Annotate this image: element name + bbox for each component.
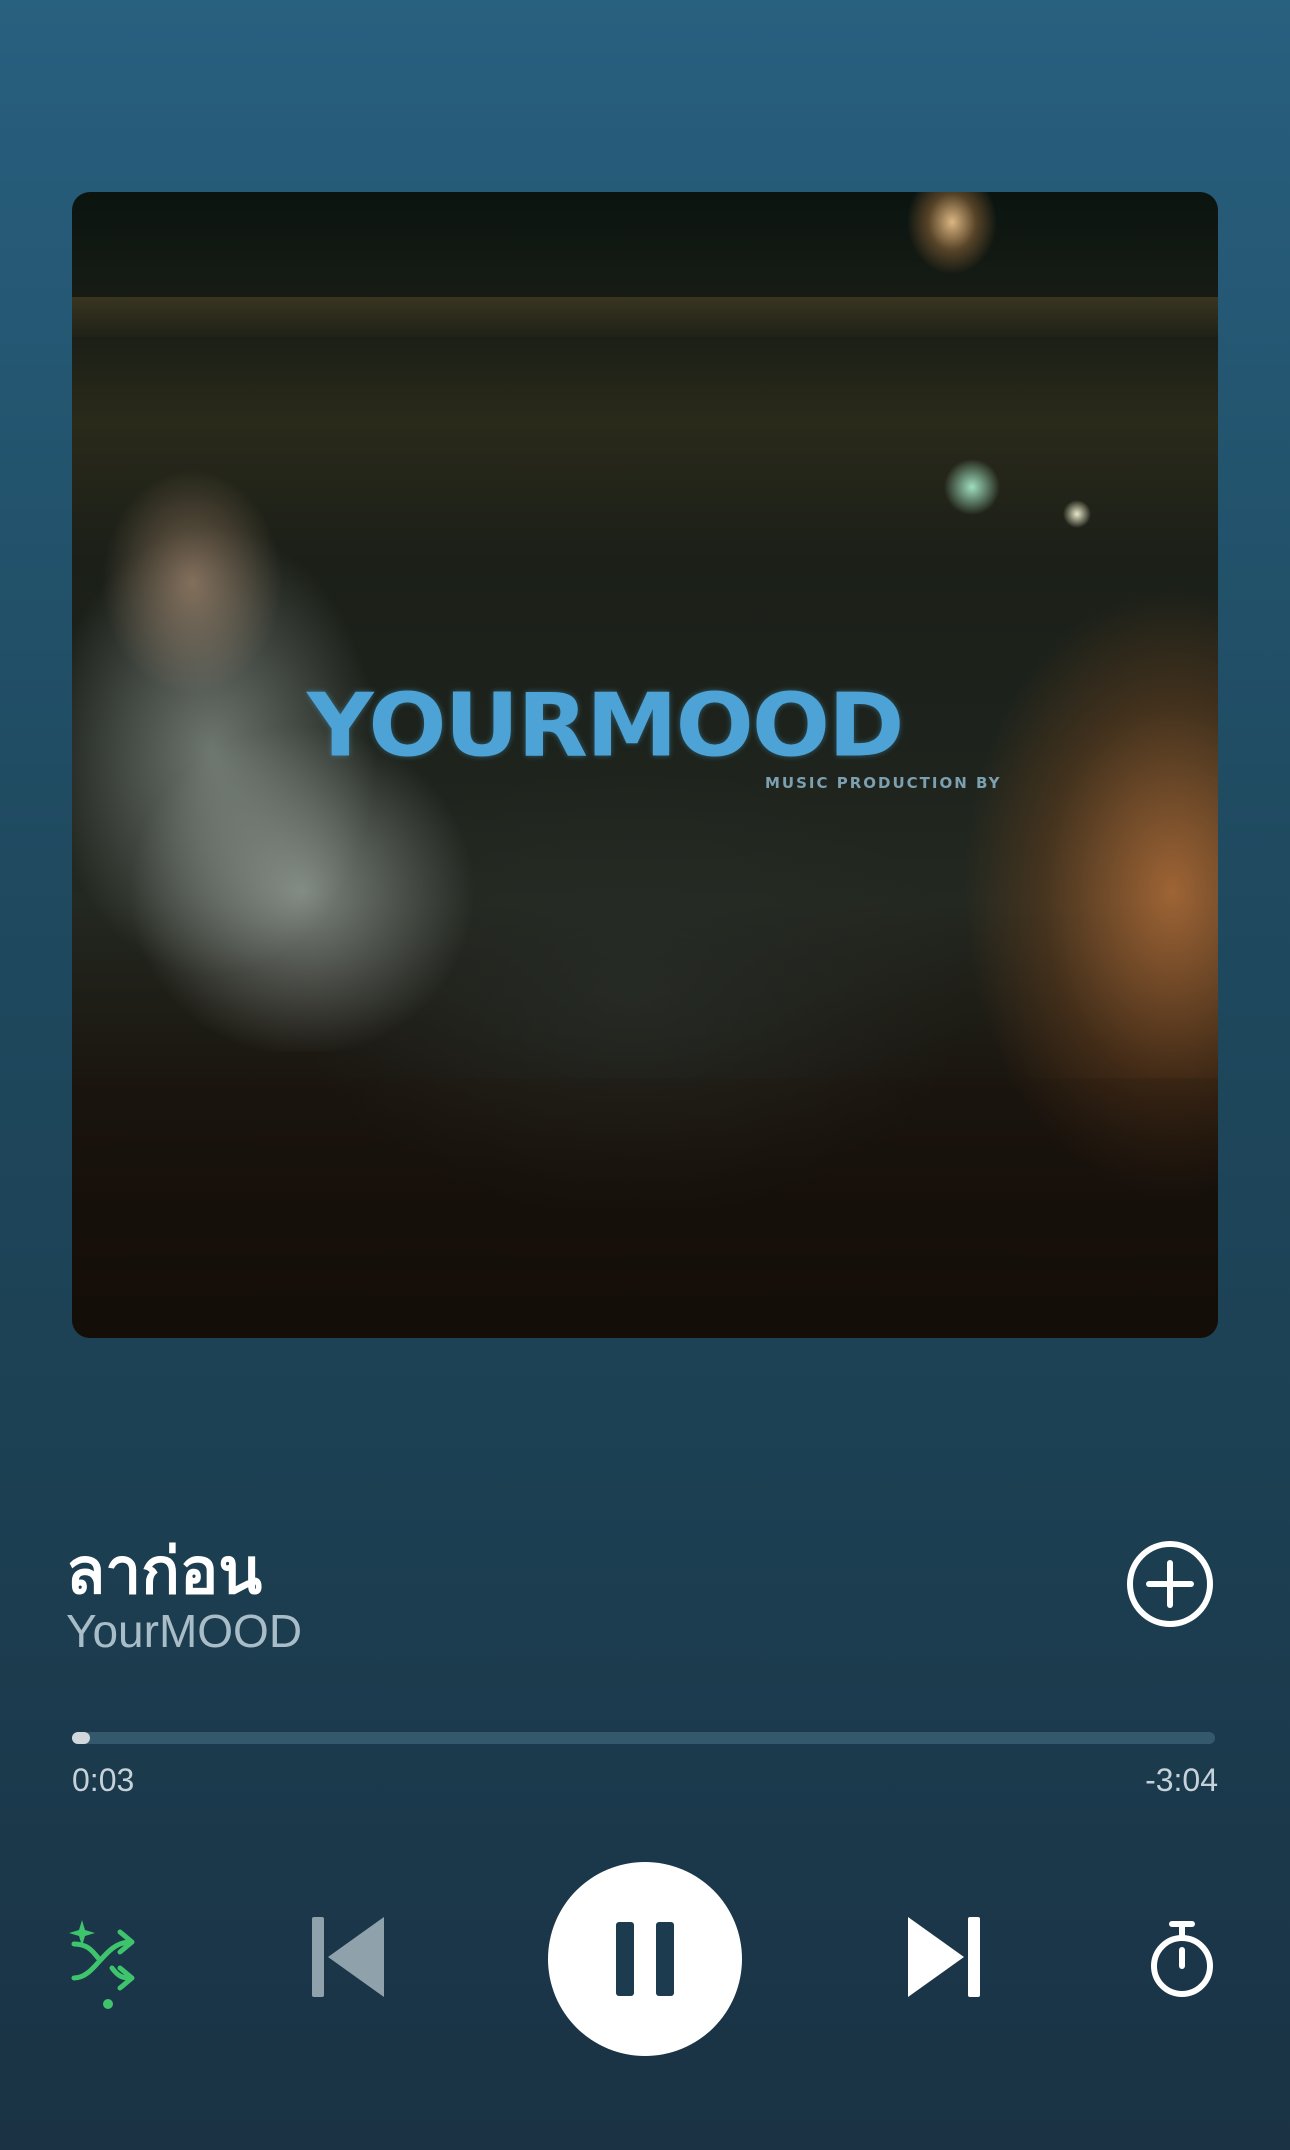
song-artist[interactable]: YourMOOD [66,1604,302,1658]
smart-shuffle-icon [69,1920,135,2009]
add-to-library-button[interactable] [1125,1539,1215,1629]
previous-track-button[interactable] [308,1912,388,2002]
skip-back-icon [312,1917,384,1997]
artwork-band [72,297,1218,337]
sleep-timer-icon [1151,1921,1213,1997]
artwork-dashboard [72,1078,1218,1338]
time-elapsed: 0:03 [72,1762,135,1798]
shuffle-button[interactable] [68,1920,152,2010]
next-track-button[interactable] [904,1912,984,2002]
add-circle-icon [1127,1541,1213,1627]
artwork-logo: YOURMOOD [307,674,904,777]
pause-button[interactable] [548,1862,742,2056]
time-remaining: -3:04 [1145,1762,1218,1798]
progress-bar[interactable] [72,1732,1215,1744]
progress-fill [72,1732,91,1744]
sleep-timer-button[interactable] [1144,1914,1220,2004]
album-artwork: YOURMOOD MUSIC PRODUCTION BY [72,192,1218,1338]
pause-icon [616,1922,674,1996]
skip-forward-icon [908,1917,980,1997]
artwork-logo-subtext: MUSIC PRODUCTION BY [765,774,1002,792]
